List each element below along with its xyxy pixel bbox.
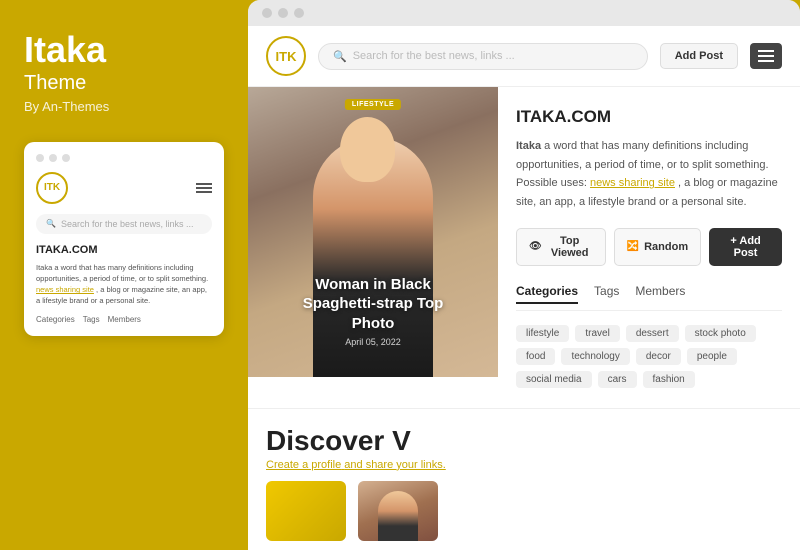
browser-dot-3 [294, 8, 304, 18]
discover-subtitle: Create a profile and share your links. [266, 459, 782, 471]
mini-dot-2 [49, 154, 57, 162]
tab-categories[interactable]: Categories [516, 284, 578, 304]
sidebar-tabs: Categories Tags Members [516, 284, 782, 311]
sidebar-actions: 👁 Top Viewed 🔀 Random + Add Post [516, 228, 782, 266]
brand-by: By An-Themes [24, 99, 224, 114]
mini-dot-1 [36, 154, 44, 162]
brand-subtitle: Theme [24, 72, 224, 95]
mini-tab-categories[interactable]: Categories [36, 315, 75, 324]
top-viewed-button[interactable]: 👁 Top Viewed [516, 228, 606, 266]
mini-browser-dots [36, 154, 212, 162]
hero-post-title: Woman in Black Spaghetti-strap Top Photo [248, 275, 498, 334]
mini-logo: ITK [36, 172, 68, 204]
site-logo: ITK [266, 36, 306, 76]
left-panel: Itaka Theme By An-Themes ITK 🔍 Search fo… [0, 0, 248, 550]
search-placeholder: Search for the best news, links ... [353, 50, 515, 62]
discover-cards-row [266, 481, 782, 541]
discover-card-1 [266, 481, 346, 541]
tab-tags[interactable]: Tags [594, 284, 619, 304]
mini-tab-members[interactable]: Members [108, 315, 141, 324]
tag-item[interactable]: food [516, 348, 555, 365]
search-icon: 🔍 [333, 50, 347, 63]
hero-date: April 05, 2022 [248, 337, 498, 347]
site-sidebar: ITAKA.COM Itaka a word that has many def… [498, 87, 800, 408]
tag-item[interactable]: stock photo [685, 325, 756, 342]
mini-site-title: ITAKA.COM [36, 244, 212, 256]
discover-title: Discover V [266, 425, 782, 457]
tag-item[interactable]: travel [575, 325, 619, 342]
mini-hamburger-icon[interactable] [196, 183, 212, 193]
browser-dot-2 [278, 8, 288, 18]
tags-grid: lifestyle travel dessert stock photo foodtec… [516, 325, 782, 388]
sidebar-site-title: ITAKA.COM [516, 107, 782, 127]
site-header: ITK 🔍 Search for the best news, links ..… [248, 26, 800, 87]
mini-tabs: Categories Tags Members [36, 315, 212, 324]
hero-text-overlay: Woman in Black Spaghetti-strap Top Photo… [248, 275, 498, 348]
mini-tab-tags[interactable]: Tags [83, 315, 100, 324]
mini-desc: Itaka a word that has many definitions i… [36, 262, 212, 307]
browser-bar [248, 0, 800, 26]
site-search-bar[interactable]: 🔍 Search for the best news, links ... [318, 43, 648, 70]
mini-search-icon: 🔍 [46, 219, 56, 228]
tab-members[interactable]: Members [635, 284, 685, 304]
right-panel: ITK 🔍 Search for the best news, links ..… [248, 0, 800, 550]
discover-subtitle-suffix: and share your links. [344, 459, 446, 471]
random-label: Random [644, 241, 688, 253]
sidebar-desc-link[interactable]: news sharing site [590, 177, 675, 189]
header-add-post-button[interactable]: Add Post [660, 43, 738, 69]
shuffle-icon: 🔀 [627, 241, 639, 252]
site-body: ITK 🔍 Search for the best news, links ..… [248, 26, 800, 550]
mini-dot-3 [62, 154, 70, 162]
mini-desc-text: Itaka a word that has many definitions i… [36, 263, 208, 283]
browser-dot-1 [262, 8, 272, 18]
tag-item[interactable]: lifestyle [516, 325, 569, 342]
eye-icon: 👁 [529, 241, 542, 252]
tag-item[interactable]: technology [561, 348, 629, 365]
mini-preview-card: ITK 🔍 Search for the best news, links ..… [24, 142, 224, 336]
sidebar-desc-intro: Itaka [516, 140, 541, 152]
mini-header: ITK [36, 172, 212, 204]
tag-item[interactable]: decor [636, 348, 681, 365]
top-viewed-label: Top Viewed [547, 235, 593, 259]
mini-search-placeholder: Search for the best news, links ... [61, 219, 194, 229]
mini-search-bar[interactable]: 🔍 Search for the best news, links ... [36, 214, 212, 234]
discover-section: Discover V Create a profile and share yo… [248, 408, 800, 550]
mini-desc-link[interactable]: news sharing site [36, 285, 94, 294]
hero-badge: LIFESTYLE [345, 99, 401, 110]
brand-title: Itaka [24, 30, 224, 70]
create-profile-link[interactable]: Create a profile [266, 459, 341, 471]
sidebar-desc: Itaka a word that has many definitions i… [516, 137, 782, 212]
tag-item[interactable]: social media [516, 371, 592, 388]
discover-card-2 [358, 481, 438, 541]
hero-area: LIFESTYLE Woman in Black Spaghetti-strap… [248, 87, 498, 377]
add-post-button[interactable]: + Add Post [709, 228, 782, 266]
tag-item[interactable]: dessert [626, 325, 679, 342]
site-hamburger-icon[interactable] [750, 43, 782, 69]
tag-item[interactable]: fashion [643, 371, 695, 388]
main-content: LIFESTYLE Woman in Black Spaghetti-strap… [248, 87, 800, 408]
tag-item[interactable]: people [687, 348, 737, 365]
random-button[interactable]: 🔀 Random [614, 228, 701, 266]
tag-item[interactable]: cars [598, 371, 637, 388]
